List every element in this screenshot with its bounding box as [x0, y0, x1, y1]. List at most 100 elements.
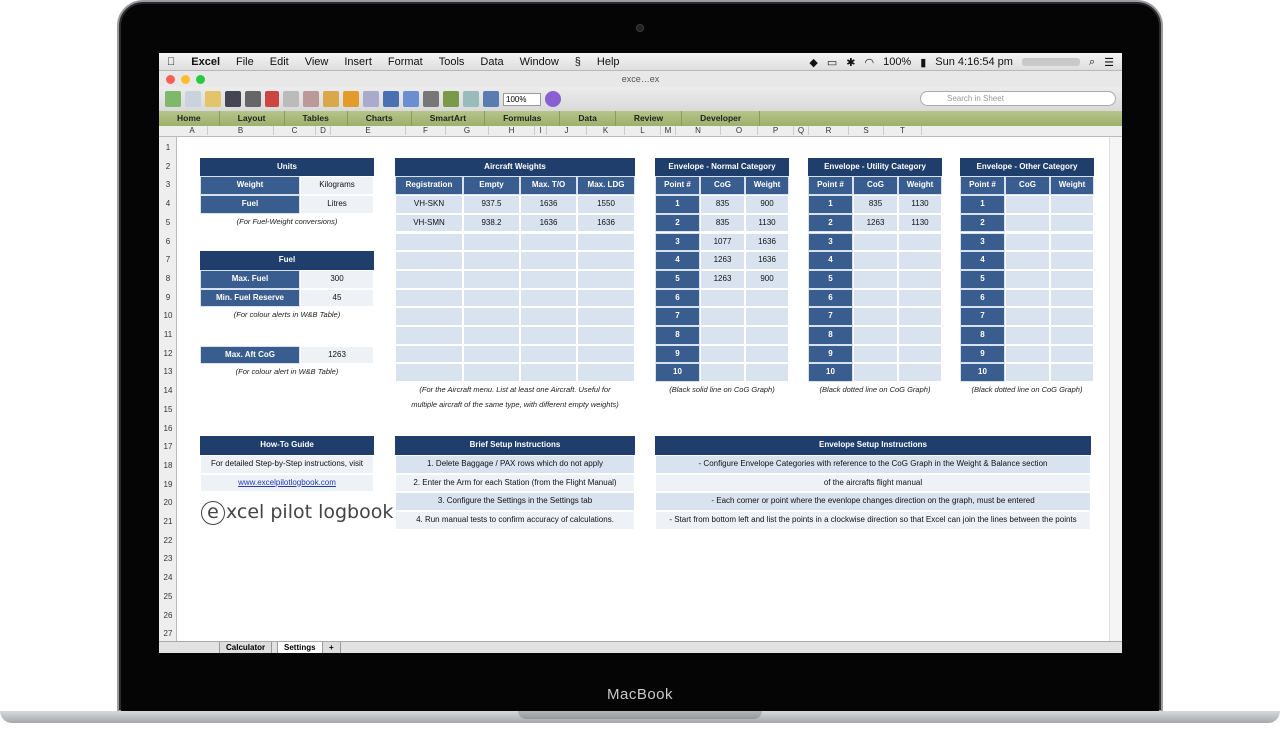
- envelope-weight[interactable]: [1050, 213, 1094, 233]
- copy-icon[interactable]: [283, 91, 299, 107]
- row-header[interactable]: 18: [159, 461, 177, 470]
- envelope-weight[interactable]: 1130: [745, 213, 789, 233]
- open-icon[interactable]: [205, 91, 221, 107]
- row-header[interactable]: 13: [159, 367, 177, 376]
- envelope-weight[interactable]: 1636: [745, 251, 789, 270]
- aircraft-cell[interactable]: 1636: [520, 195, 577, 214]
- envelope-weight[interactable]: [898, 307, 942, 326]
- column-header[interactable]: Q: [794, 126, 809, 135]
- units-value[interactable]: Kilograms: [300, 176, 374, 196]
- column-header[interactable]: T: [884, 126, 922, 135]
- aircraft-cell[interactable]: [520, 344, 577, 364]
- aircraft-cell[interactable]: [463, 269, 520, 289]
- envelope-weight[interactable]: [745, 326, 789, 345]
- aircraft-cell[interactable]: 937.5: [463, 195, 520, 214]
- row-header[interactable]: 6: [159, 237, 177, 246]
- menu-help[interactable]: Help: [589, 56, 628, 68]
- aircraft-cell[interactable]: [520, 269, 577, 289]
- envelope-cog[interactable]: [853, 269, 898, 289]
- envelope-weight[interactable]: [1050, 363, 1094, 383]
- row-header[interactable]: 17: [159, 442, 177, 451]
- envelope-cog[interactable]: [700, 344, 745, 364]
- column-header[interactable]: K: [587, 126, 625, 135]
- envelope-cog[interactable]: [1005, 195, 1050, 214]
- column-header[interactable]: A: [177, 126, 208, 135]
- close-icon[interactable]: [166, 75, 175, 84]
- notifications-icon[interactable]: ☰: [1104, 56, 1114, 69]
- column-header[interactable]: G: [446, 126, 489, 135]
- envelope-cog[interactable]: 1077: [700, 232, 745, 252]
- column-header[interactable]: L: [625, 126, 661, 135]
- row-header[interactable]: 16: [159, 424, 177, 433]
- aircraft-cell[interactable]: [395, 326, 463, 345]
- envelope-weight[interactable]: 1130: [898, 195, 942, 214]
- envelope-weight[interactable]: [745, 344, 789, 364]
- envelope-weight[interactable]: [898, 269, 942, 289]
- aircraft-cell[interactable]: [463, 344, 520, 364]
- aircraft-cell[interactable]: [395, 344, 463, 364]
- aircraft-cell[interactable]: [463, 251, 520, 270]
- envelope-cog[interactable]: 1263: [700, 251, 745, 270]
- envelope-cog[interactable]: [853, 307, 898, 326]
- tab-charts[interactable]: Charts: [348, 111, 412, 126]
- row-header[interactable]: 3: [159, 180, 177, 189]
- paste-icon[interactable]: [303, 91, 319, 107]
- vertical-scrollbar[interactable]: [1109, 137, 1122, 641]
- sort-icon[interactable]: [403, 91, 419, 107]
- aircraft-cell[interactable]: [577, 251, 635, 270]
- menu-tools[interactable]: Tools: [431, 56, 473, 68]
- envelope-cog[interactable]: [853, 251, 898, 270]
- envelope-cog[interactable]: [1005, 269, 1050, 289]
- toolbox-icon[interactable]: [483, 91, 499, 107]
- column-header[interactable]: N: [676, 126, 721, 135]
- aircraft-cell[interactable]: [463, 326, 520, 345]
- envelope-cog[interactable]: [853, 344, 898, 364]
- envelope-cog[interactable]: [1005, 251, 1050, 270]
- search-in-sheet-input[interactable]: Search in Sheet: [920, 91, 1116, 106]
- column-header[interactable]: M: [661, 126, 676, 135]
- battery-icon[interactable]: ▮: [920, 56, 926, 69]
- envelope-cog[interactable]: 835: [700, 195, 745, 214]
- aircraft-cell[interactable]: 938.2: [463, 213, 520, 233]
- zoom-icon[interactable]: [196, 75, 205, 84]
- zoom-field[interactable]: 100%: [503, 92, 541, 106]
- column-header[interactable]: S: [849, 126, 884, 135]
- envelope-cog[interactable]: [700, 363, 745, 383]
- row-header[interactable]: 15: [159, 405, 177, 414]
- row-header[interactable]: 10: [159, 311, 177, 320]
- row-header[interactable]: 1: [159, 143, 177, 152]
- aircraft-cell[interactable]: [395, 363, 463, 383]
- aircraft-cell[interactable]: [395, 232, 463, 252]
- aircraft-cell[interactable]: [577, 269, 635, 289]
- aircraft-cell[interactable]: [577, 344, 635, 364]
- row-header[interactable]: 12: [159, 349, 177, 358]
- sheet-tab-calculator[interactable]: Calculator: [219, 642, 273, 653]
- aircraft-cell[interactable]: VH-SMN: [395, 213, 463, 233]
- envelope-cog[interactable]: [853, 363, 898, 383]
- row-header[interactable]: 5: [159, 218, 177, 227]
- tab-layout[interactable]: Layout: [220, 111, 285, 126]
- column-header[interactable]: B: [208, 126, 274, 135]
- row-header[interactable]: 19: [159, 480, 177, 489]
- wifi-icon[interactable]: ◠: [864, 56, 874, 69]
- envelope-cog[interactable]: 835: [700, 213, 745, 233]
- aircraft-cell[interactable]: [577, 326, 635, 345]
- aircraft-cell[interactable]: [520, 326, 577, 345]
- cut-icon[interactable]: [265, 91, 279, 107]
- row-header[interactable]: 24: [159, 573, 177, 582]
- aircraft-cell[interactable]: [577, 288, 635, 308]
- column-header[interactable]: H: [489, 126, 535, 135]
- row-header[interactable]: 20: [159, 498, 177, 507]
- aircraft-cell[interactable]: [577, 363, 635, 383]
- column-header[interactable]: I: [535, 126, 547, 135]
- gallery-icon[interactable]: [463, 91, 479, 107]
- envelope-weight[interactable]: [898, 232, 942, 252]
- envelope-cog[interactable]: [1005, 344, 1050, 364]
- row-header[interactable]: 8: [159, 274, 177, 283]
- aircraft-cell[interactable]: [463, 232, 520, 252]
- format-painter-icon[interactable]: [323, 91, 339, 107]
- fuel-value[interactable]: 45: [300, 288, 374, 308]
- row-header[interactable]: 26: [159, 611, 177, 620]
- column-header[interactable]: C: [274, 126, 316, 135]
- aircraft-cell[interactable]: [520, 251, 577, 270]
